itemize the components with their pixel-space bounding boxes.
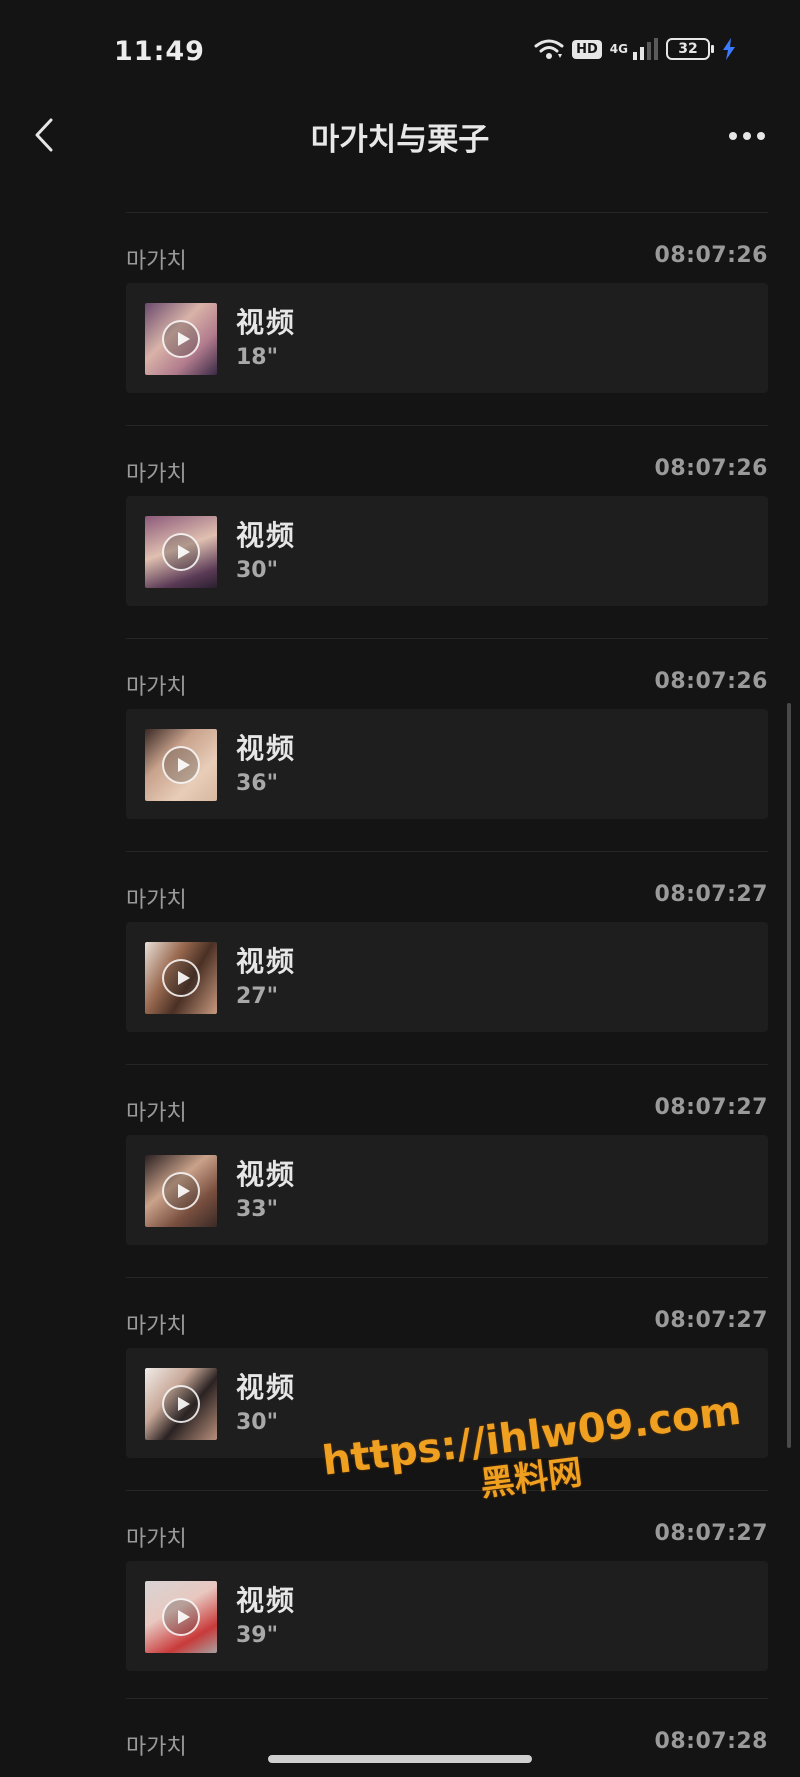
- video-label: 视频: [236, 945, 297, 978]
- signal-icon: [633, 38, 658, 60]
- video-duration: 27": [236, 984, 279, 1009]
- more-button[interactable]: [722, 116, 772, 156]
- play-icon: [162, 320, 200, 358]
- video-thumbnail[interactable]: [145, 729, 217, 801]
- battery-level: 32: [678, 41, 698, 57]
- status-time: 11:49: [114, 36, 205, 67]
- message-item: 마가치 08:07:26 视频 36": [126, 638, 768, 851]
- battery-icon: 32: [666, 38, 714, 60]
- message-time: 08:07:27: [654, 882, 768, 907]
- video-message-bubble[interactable]: 视频 18": [126, 283, 768, 393]
- network-type-label: 4G: [609, 42, 628, 56]
- message-time: 08:07:26: [654, 456, 768, 481]
- status-icons: HD 4G 32: [534, 38, 736, 60]
- sender-name: 마가치: [126, 462, 187, 487]
- sender-name: 마가치: [126, 1314, 187, 1339]
- play-icon: [162, 959, 200, 997]
- sender-name: 마가치: [126, 675, 187, 700]
- status-bar: 11:49 HD 4G 32: [0, 0, 800, 104]
- video-duration: 30": [236, 1410, 279, 1435]
- wifi-icon: [534, 39, 564, 59]
- video-label: 视频: [236, 1371, 297, 1404]
- charging-bolt-icon: [723, 38, 735, 60]
- scrollbar[interactable]: [787, 703, 791, 1448]
- message-item-partial: 마가치 08:07:28: [126, 1698, 768, 1760]
- play-icon: [162, 1385, 200, 1423]
- sender-name: 마가치: [126, 249, 187, 274]
- sender-name: 마가치: [126, 1527, 187, 1552]
- message-item: 마가치 08:07:27 视频 27": [126, 851, 768, 1064]
- video-duration: 33": [236, 1197, 279, 1222]
- video-label: 视频: [236, 1158, 297, 1191]
- play-icon: [162, 1598, 200, 1636]
- video-label: 视频: [236, 1584, 297, 1617]
- video-thumbnail[interactable]: [145, 1581, 217, 1653]
- message-time: 08:07:27: [654, 1521, 768, 1546]
- video-label: 视频: [236, 732, 297, 765]
- play-icon: [162, 533, 200, 571]
- chat-title: 마가치与栗子: [310, 122, 490, 158]
- home-indicator[interactable]: [268, 1755, 532, 1763]
- message-time: 08:07:27: [654, 1095, 768, 1120]
- message-time: 08:07:28: [654, 1729, 768, 1754]
- video-thumbnail[interactable]: [145, 942, 217, 1014]
- video-duration: 36": [236, 771, 279, 796]
- video-label: 视频: [236, 519, 297, 552]
- message-item: 마가치 08:07:26 视频 30": [126, 425, 768, 638]
- video-message-bubble[interactable]: 视频 39": [126, 1561, 768, 1671]
- message-item: 마가치 08:07:27 视频 33": [126, 1064, 768, 1277]
- message-time: 08:07:26: [654, 243, 768, 268]
- video-label: 视频: [236, 306, 297, 339]
- video-duration: 39": [236, 1623, 279, 1648]
- sender-name: 마가치: [126, 1735, 187, 1760]
- message-item: 마가치 08:07:27 视频 39": [126, 1490, 768, 1703]
- more-dots-icon: [729, 132, 765, 140]
- video-message-bubble[interactable]: 视频 36": [126, 709, 768, 819]
- video-message-bubble[interactable]: 视频 33": [126, 1135, 768, 1245]
- sender-name: 마가치: [126, 888, 187, 913]
- message-item: 마가치 08:07:26 视频 18": [126, 212, 768, 425]
- play-icon: [162, 1172, 200, 1210]
- video-thumbnail[interactable]: [145, 1155, 217, 1227]
- hd-badge: HD: [572, 39, 602, 59]
- video-duration: 30": [236, 558, 279, 583]
- sender-name: 마가치: [126, 1101, 187, 1126]
- video-thumbnail[interactable]: [145, 516, 217, 588]
- video-thumbnail[interactable]: [145, 1368, 217, 1440]
- nav-bar: 마가치与栗子: [0, 104, 800, 168]
- video-message-bubble[interactable]: 视频 30": [126, 496, 768, 606]
- video-message-bubble[interactable]: 视频 27": [126, 922, 768, 1032]
- video-thumbnail[interactable]: [145, 303, 217, 375]
- message-time: 08:07:26: [654, 669, 768, 694]
- video-duration: 18": [236, 345, 279, 370]
- message-time: 08:07:27: [654, 1308, 768, 1333]
- play-icon: [162, 746, 200, 784]
